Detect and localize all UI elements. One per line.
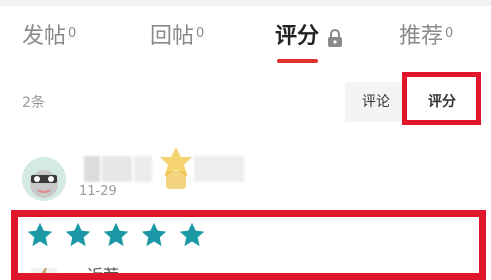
sort-comment-button[interactable]: 评论 <box>345 82 407 122</box>
lock-icon <box>328 29 342 47</box>
tab-posts-label: 发帖 <box>22 24 67 49</box>
badge-icon <box>160 147 192 189</box>
tab-replies[interactable]: 回帖 0 <box>150 22 204 52</box>
tab-ratings[interactable]: 评分 <box>275 22 319 52</box>
avatar-image <box>22 157 66 201</box>
tab-recommend-label: 推荐 <box>399 24 444 49</box>
tab-recommend[interactable]: 推荐 0 <box>399 22 453 52</box>
tab-bar: 发帖 0 回帖 0 评分 推荐 0 <box>0 6 491 72</box>
review-date: 11-29 <box>79 184 117 199</box>
tab-posts-count: 0 <box>68 26 77 41</box>
tab-replies-count: 0 <box>196 26 205 41</box>
tab-ratings-label: 评分 <box>275 24 320 49</box>
avatar[interactable] <box>22 157 66 201</box>
result-count: 2条 <box>22 95 45 111</box>
highlight-box <box>402 72 481 125</box>
tab-replies-label: 回帖 <box>150 24 195 49</box>
tab-recommend-count: 0 <box>445 26 454 41</box>
active-tab-indicator <box>277 59 318 63</box>
highlight-box <box>11 210 486 280</box>
tab-posts[interactable]: 发帖 0 <box>22 22 76 52</box>
